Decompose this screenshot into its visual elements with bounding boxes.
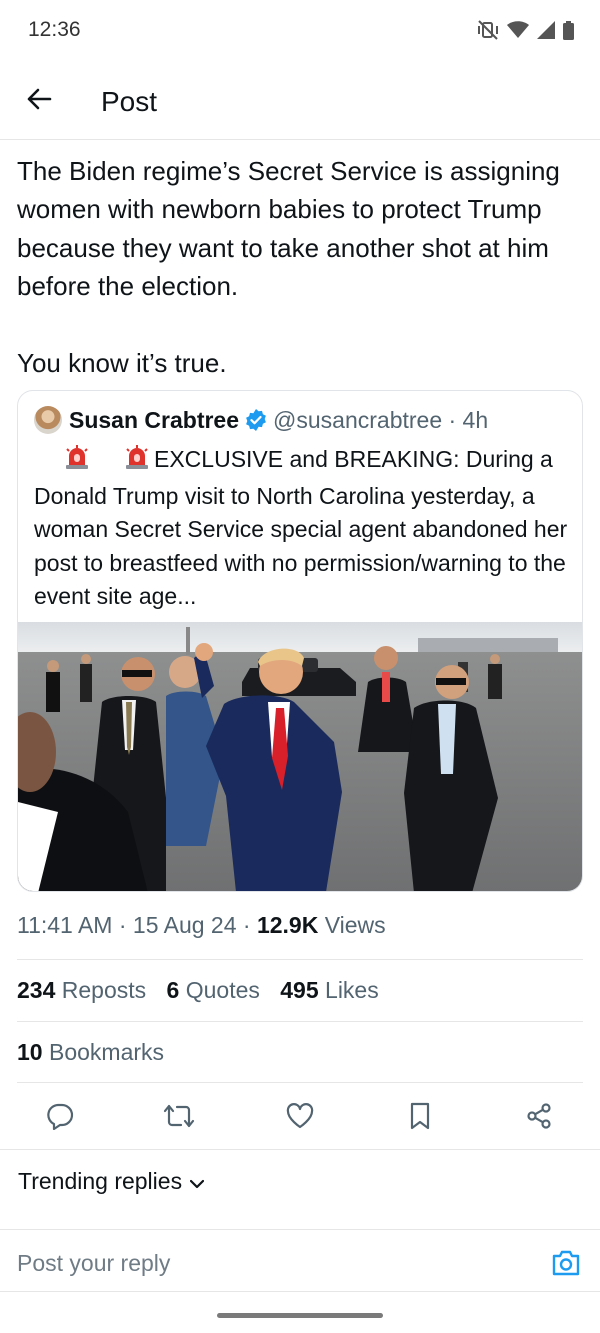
likes-count: 495 xyxy=(280,977,319,1003)
quotes-count: 6 xyxy=(166,977,180,1003)
bookmarks-stat[interactable]: 10 Bookmarks xyxy=(17,1039,164,1066)
views-label: Views xyxy=(318,912,386,938)
police-light-icon-2: 🚨 xyxy=(94,454,120,480)
views-count: 12.9K xyxy=(256,912,319,938)
bookmark-icon xyxy=(409,1102,431,1135)
share-icon xyxy=(525,1102,553,1135)
post-meta: 11:41 AM · 15 Aug 24 · 12.9K Views xyxy=(17,912,386,939)
reply-button[interactable] xyxy=(42,1100,78,1136)
reposts-count: 234 xyxy=(17,977,56,1003)
like-icon xyxy=(286,1102,314,1134)
verified-badge-icon xyxy=(245,409,267,431)
reposts-label: Reposts xyxy=(55,977,147,1003)
police-light-icon: 🚨 xyxy=(34,454,60,480)
divider xyxy=(0,1291,600,1292)
quoted-author-handle-time: @susancrabtree · 4h xyxy=(273,406,489,433)
quotes-label: Quotes xyxy=(179,977,260,1003)
status-icons xyxy=(477,20,574,45)
share-button[interactable] xyxy=(521,1100,557,1136)
reposts-stat[interactable]: 234 Reposts xyxy=(17,977,146,1003)
divider xyxy=(0,1229,600,1230)
trending-replies-dropdown[interactable]: Trending replies xyxy=(18,1168,205,1195)
status-bar: 12:36 xyxy=(0,0,600,62)
post-timestamp: 11:41 AM · 15 Aug 24 · xyxy=(17,912,257,938)
quotes-stat[interactable]: 6 Quotes xyxy=(167,977,260,1003)
action-bar xyxy=(0,1090,600,1146)
like-button[interactable] xyxy=(282,1100,318,1136)
bookmarks-count: 10 xyxy=(17,1039,43,1065)
battery-icon xyxy=(563,20,574,45)
reply-input[interactable] xyxy=(17,1250,517,1277)
reply-icon xyxy=(46,1102,74,1135)
page-title: Post xyxy=(101,86,158,117)
back-button[interactable] xyxy=(18,80,60,122)
police-light-icon xyxy=(66,445,88,469)
trending-replies-label: Trending replies xyxy=(18,1168,183,1194)
quoted-post-text: 🚨🚨EXCLUSIVE and BREAKING: During a Donal… xyxy=(34,443,574,613)
status-time: 12:36 xyxy=(28,18,81,41)
mute-vibrate-icon xyxy=(477,20,499,45)
divider xyxy=(17,1082,583,1083)
divider xyxy=(17,959,583,960)
quoted-post-card[interactable]: Susan Crabtree @susancrabtree · 4h 🚨🚨EXC… xyxy=(17,390,583,892)
camera-button[interactable] xyxy=(549,1248,583,1282)
chevron-down-icon xyxy=(189,1168,205,1195)
quoted-post-photo[interactable] xyxy=(18,622,583,892)
home-indicator[interactable] xyxy=(217,1313,383,1318)
quoted-post-header: Susan Crabtree @susancrabtree · 4h xyxy=(34,405,488,435)
top-app-bar: Post xyxy=(0,62,600,140)
bookmark-button[interactable] xyxy=(402,1100,438,1136)
likes-label: Likes xyxy=(318,977,379,1003)
camera-icon xyxy=(551,1249,581,1282)
likes-stat[interactable]: 495 Likes xyxy=(280,977,378,1003)
wifi-icon xyxy=(507,21,529,44)
repost-icon xyxy=(163,1102,195,1135)
police-light-icon xyxy=(126,445,148,469)
avatar[interactable] xyxy=(34,406,62,434)
divider xyxy=(0,1149,600,1150)
divider xyxy=(17,1021,583,1022)
repost-button[interactable] xyxy=(161,1100,197,1136)
quoted-author-name: Susan Crabtree xyxy=(69,406,240,433)
bookmarks-label: Bookmarks xyxy=(42,1039,165,1065)
post-body-text: The Biden regime’s Secret Service is ass… xyxy=(17,156,560,379)
engagement-stats: 234 Reposts 6 Quotes 495 Likes xyxy=(17,977,393,1004)
arrow-left-icon xyxy=(26,88,52,115)
cell-signal-icon xyxy=(537,21,555,44)
